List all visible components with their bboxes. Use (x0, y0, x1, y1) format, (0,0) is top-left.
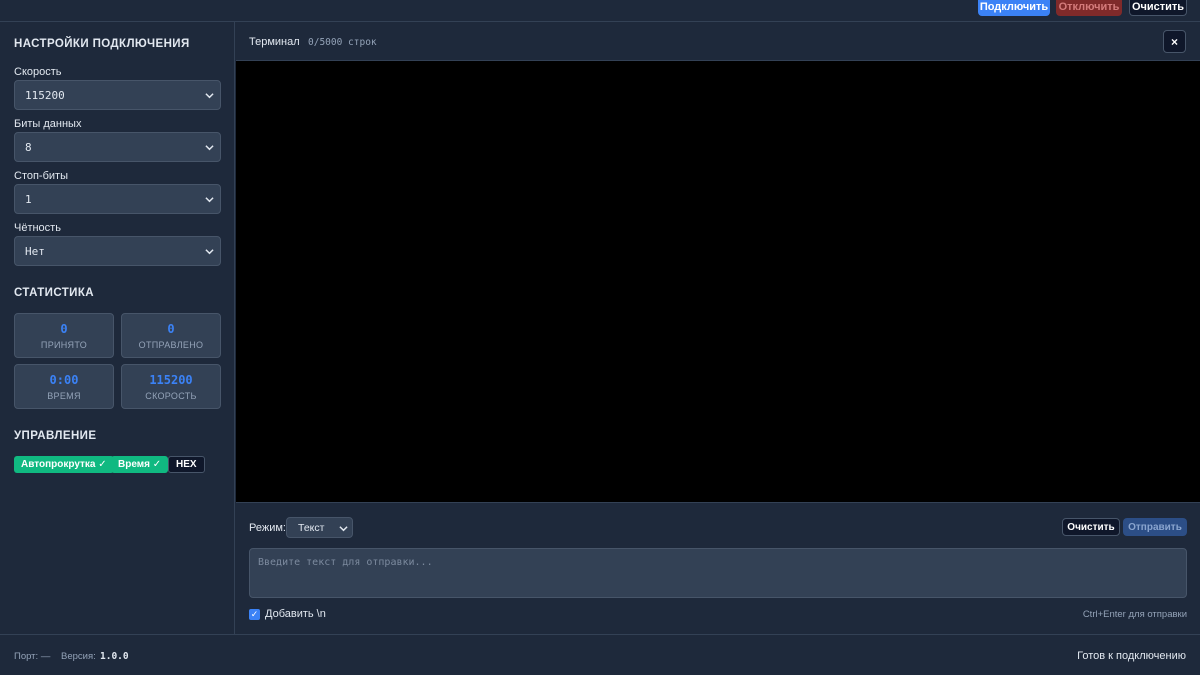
sidebar: НАСТРОЙКИ ПОДКЛЮЧЕНИЯ Скорость 115200 Би… (0, 22, 235, 634)
parity-label: Чётность (14, 222, 61, 234)
top-toolbar: Подключить Отключить Очистить (0, 0, 1200, 22)
stopbits-value: 1 (25, 192, 32, 206)
stat-received: 0 ПРИНЯТО (14, 313, 114, 358)
stat-sent: 0 ОТПРАВЛЕНО (121, 313, 221, 358)
hex-toggle[interactable]: HEX (168, 456, 205, 473)
baud-value: 115200 (25, 88, 65, 102)
mode-value: Текст (298, 521, 325, 534)
stat-speed-value: 115200 (149, 373, 193, 387)
mode-select[interactable]: Текст (286, 517, 353, 538)
port-status: Порт: — (14, 651, 51, 662)
baud-label: Скорость (14, 66, 62, 78)
statistics-title: СТАТИСТИКА (14, 287, 94, 299)
chevron-down-icon (205, 145, 214, 151)
terminal-header: Терминал 0/5000 строк × (236, 22, 1200, 61)
clear-terminal-button[interactable]: Очистить (1129, 0, 1187, 16)
stat-time-value: 0:00 (49, 373, 79, 387)
baud-select[interactable]: 115200 (14, 80, 221, 110)
stat-received-label: ПРИНЯТО (40, 340, 88, 350)
send-panel: Режим: Текст Очистить Отправить ✓ Добави… (236, 502, 1200, 634)
stat-speed: 115200 СКОРОСТЬ (121, 364, 221, 409)
connection-status: Готов к подключению (1077, 650, 1186, 662)
chevron-down-icon (205, 249, 214, 255)
stat-speed-label: СКОРОСТЬ (145, 391, 197, 401)
terminal-output[interactable] (236, 61, 1200, 502)
chevron-down-icon (205, 93, 214, 99)
send-input[interactable] (249, 548, 1187, 598)
version-value: 1.0.0 (100, 651, 129, 662)
databits-value: 8 (25, 140, 32, 154)
control-title: УПРАВЛЕНИЕ (14, 430, 97, 442)
stat-sent-value: 0 (167, 322, 175, 336)
clear-input-button[interactable]: Очистить (1062, 518, 1120, 536)
append-newline-label: Добавить \n (265, 608, 326, 620)
append-newline-checkbox[interactable]: ✓ (249, 608, 260, 620)
stat-time: 0:00 ВРЕМЯ (14, 364, 114, 409)
stat-received-value: 0 (60, 322, 68, 336)
send-button[interactable]: Отправить (1123, 518, 1187, 536)
chevron-down-icon (205, 197, 214, 203)
append-newline-option[interactable]: ✓ Добавить \n (249, 608, 326, 620)
databits-label: Биты данных (14, 118, 82, 130)
stopbits-label: Стоп-биты (14, 170, 68, 182)
connection-settings-title: НАСТРОЙКИ ПОДКЛЮЧЕНИЯ (14, 38, 190, 50)
parity-value: Нет (25, 244, 45, 258)
send-shortcut-hint: Ctrl+Enter для отправки (1082, 609, 1187, 620)
stat-time-label: ВРЕМЯ (47, 391, 81, 401)
autoscroll-toggle[interactable]: Автопрокрутка ✓ (14, 456, 114, 473)
stopbits-select[interactable]: 1 (14, 184, 221, 214)
terminal-line-count: 0/5000 строк (308, 37, 377, 48)
stat-sent-label: ОТПРАВЛЕНО (138, 340, 204, 350)
databits-select[interactable]: 8 (14, 132, 221, 162)
parity-select[interactable]: Нет (14, 236, 221, 266)
connect-button[interactable]: Подключить (978, 0, 1050, 16)
version-label: Версия: (61, 651, 96, 662)
timestamp-toggle[interactable]: Время ✓ (111, 456, 169, 473)
disconnect-button[interactable]: Отключить (1056, 0, 1122, 16)
mode-label: Режим: (249, 522, 286, 534)
terminal-title: Терминал (249, 36, 300, 48)
chevron-down-icon (339, 526, 348, 532)
close-icon[interactable]: × (1163, 30, 1186, 53)
status-bar: Порт: — Версия: 1.0.0 Готов к подключени… (0, 634, 1200, 675)
